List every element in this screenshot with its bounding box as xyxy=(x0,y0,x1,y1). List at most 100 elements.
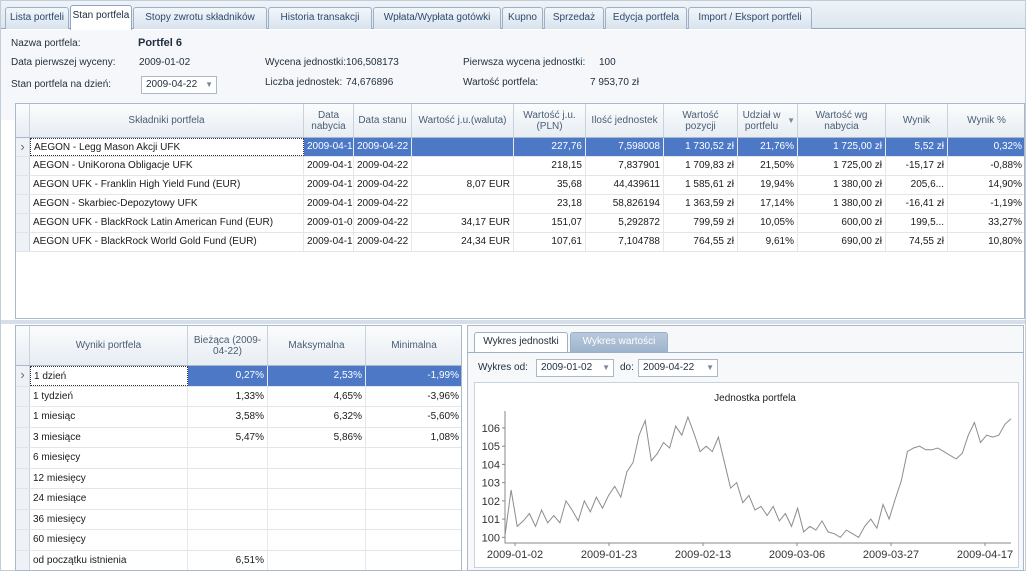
cell-max[interactable]: 6,32% xyxy=(268,407,366,427)
row-header[interactable] xyxy=(16,176,30,194)
table-row[interactable]: 6 miesięcy xyxy=(16,448,461,469)
state-date-picker[interactable]: 2009-04-22 ▼ xyxy=(141,76,217,94)
cell-buy-value[interactable]: 1 725,00 zł xyxy=(798,157,886,175)
cell-current[interactable] xyxy=(188,530,268,550)
tab-component-returns[interactable]: Stopy zwrotu składników xyxy=(133,7,267,29)
tab-transaction-history[interactable]: Historia transakcji xyxy=(268,7,372,29)
cell-max[interactable]: 2,53% xyxy=(268,366,366,386)
row-header[interactable] xyxy=(16,530,30,550)
current-row-indicator-icon[interactable]: › xyxy=(16,138,30,156)
cell-current[interactable] xyxy=(188,448,268,468)
col-header-unit-value-pln[interactable]: Wartość j.u.(PLN) xyxy=(514,104,586,137)
col-header-current[interactable]: Bieżąca (2009-04-22) xyxy=(188,326,268,365)
table-row[interactable]: AEGON - UniKorona Obligacje UFK 2009-04-1… xyxy=(16,157,1024,176)
cell-unit-value-currency[interactable]: 8,07 EUR xyxy=(412,176,514,194)
tab-buy[interactable]: Kupno xyxy=(502,7,543,29)
col-header-result[interactable]: Wynik xyxy=(886,104,948,137)
col-header-units[interactable]: Ilość jednostek xyxy=(586,104,664,137)
cell-period[interactable]: 60 miesięcy xyxy=(30,530,188,550)
cell-max[interactable] xyxy=(268,468,366,488)
cell-component[interactable]: AEGON - Skarbiec-Depozytowy UFK xyxy=(30,195,304,213)
cell-share[interactable]: 19,94% xyxy=(738,176,798,194)
cell-period[interactable]: 24 miesiące xyxy=(30,489,188,509)
cell-unit-value-pln[interactable]: 151,07 xyxy=(514,214,586,232)
cell-buy-value[interactable]: 690,00 zł xyxy=(798,233,886,251)
cell-max[interactable]: 4,65% xyxy=(268,386,366,406)
cell-unit-value-currency[interactable]: 34,17 EUR xyxy=(412,214,514,232)
table-row[interactable]: AEGON UFK - BlackRock World Gold Fund (E… xyxy=(16,233,1024,252)
cell-result-pct[interactable]: 0,32% xyxy=(948,138,1024,156)
cell-current[interactable]: 1,33% xyxy=(188,386,268,406)
table-row[interactable]: › AEGON - Legg Mason Akcji UFK 2009-04-17 2… xyxy=(16,138,1024,157)
cell-share[interactable]: 10,05% xyxy=(738,214,798,232)
tab-cash-deposit-withdrawal[interactable]: Wpłata/Wypłata gotówki xyxy=(373,7,501,29)
tab-portfolio-list[interactable]: Lista portfeli xyxy=(5,7,69,29)
row-header[interactable] xyxy=(16,233,30,251)
table-row[interactable]: AEGON - Skarbiec-Depozytowy UFK 2009-04-1… xyxy=(16,195,1024,214)
cell-result[interactable]: -15,17 zł xyxy=(886,157,948,175)
table-row[interactable]: 1 tydzień 1,33% 4,65% -3,96% xyxy=(16,386,461,407)
cell-period[interactable]: 3 miesiące xyxy=(30,427,188,447)
cell-min[interactable]: -3,96% xyxy=(366,387,461,407)
cell-units[interactable]: 7,837901 xyxy=(586,157,664,175)
cell-current[interactable]: 6,51% xyxy=(188,550,268,570)
tab-portfolio-state[interactable]: Stan portfela xyxy=(70,5,132,30)
cell-current[interactable] xyxy=(188,509,268,529)
cell-units[interactable]: 44,439611 xyxy=(586,176,664,194)
tab-edit-portfolio[interactable]: Edycja portfela xyxy=(605,7,687,29)
row-header[interactable] xyxy=(16,195,30,213)
cell-component[interactable]: AEGON UFK - BlackRock Latin American Fun… xyxy=(30,214,304,232)
cell-period[interactable]: 1 dzień xyxy=(30,366,188,386)
cell-period[interactable]: 36 miesięcy xyxy=(30,509,188,529)
cell-position-value[interactable]: 1 730,52 zł xyxy=(664,138,738,156)
cell-state-date[interactable]: 2009-04-22 xyxy=(354,176,412,194)
row-header[interactable] xyxy=(16,448,30,468)
col-header-buy-value[interactable]: Wartość wg nabycia xyxy=(798,104,886,137)
cell-max[interactable] xyxy=(268,550,366,570)
cell-position-value[interactable]: 1 363,59 zł xyxy=(664,195,738,213)
cell-unit-value-pln[interactable]: 218,15 xyxy=(514,157,586,175)
table-row[interactable]: 12 miesięcy xyxy=(16,468,461,489)
col-header-result-pct[interactable]: Wynik % xyxy=(948,104,1024,137)
chart-from-date-picker[interactable]: 2009-01-02 ▼ xyxy=(536,359,614,377)
row-header[interactable] xyxy=(16,509,30,529)
cell-period[interactable]: 1 tydzień xyxy=(30,386,188,406)
cell-position-value[interactable]: 799,59 zł xyxy=(664,214,738,232)
cell-unit-value-pln[interactable]: 227,76 xyxy=(514,138,586,156)
cell-share[interactable]: 21,76% xyxy=(738,138,798,156)
cell-component[interactable]: AEGON UFK - Franklin High Yield Fund (EU… xyxy=(30,176,304,194)
row-header[interactable] xyxy=(16,386,30,406)
table-row[interactable]: od początku istnienia 6,51% xyxy=(16,550,461,571)
cell-min[interactable] xyxy=(366,530,461,550)
cell-min[interactable] xyxy=(366,510,461,530)
cell-component[interactable]: AEGON UFK - BlackRock World Gold Fund (E… xyxy=(30,233,304,251)
chart-to-date-picker[interactable]: 2009-04-22 ▼ xyxy=(638,359,718,377)
cell-max[interactable]: 5,86% xyxy=(268,427,366,447)
cell-min[interactable] xyxy=(366,489,461,509)
table-row[interactable]: AEGON UFK - BlackRock Latin American Fun… xyxy=(16,214,1024,233)
cell-max[interactable] xyxy=(268,509,366,529)
col-header-share[interactable]: Udział w portfelu ▼ xyxy=(738,104,798,137)
cell-min[interactable] xyxy=(366,551,461,571)
row-header[interactable] xyxy=(16,468,30,488)
cell-component[interactable]: AEGON - Legg Mason Akcji UFK xyxy=(30,138,304,156)
cell-unit-value-pln[interactable]: 107,61 xyxy=(514,233,586,251)
cell-result[interactable]: 74,55 zł xyxy=(886,233,948,251)
col-header-min[interactable]: Minimalna xyxy=(366,326,461,365)
cell-buy-date[interactable]: 2009-01-02 xyxy=(304,214,354,232)
row-header[interactable] xyxy=(16,489,30,509)
cell-position-value[interactable]: 1 709,83 zł xyxy=(664,157,738,175)
row-header[interactable] xyxy=(16,214,30,232)
table-row[interactable]: 24 miesiące xyxy=(16,489,461,510)
cell-buy-value[interactable]: 1 380,00 zł xyxy=(798,195,886,213)
col-header-buy-date[interactable]: Data nabycia xyxy=(304,104,354,137)
cell-current[interactable]: 5,47% xyxy=(188,427,268,447)
cell-share[interactable]: 17,14% xyxy=(738,195,798,213)
cell-unit-value-currency[interactable] xyxy=(412,138,514,156)
cell-unit-value-pln[interactable]: 35,68 xyxy=(514,176,586,194)
cell-min[interactable]: -1,99% xyxy=(366,366,461,386)
cell-state-date[interactable]: 2009-04-22 xyxy=(354,233,412,251)
cell-period[interactable]: 1 miesiąc xyxy=(30,407,188,427)
cell-result[interactable]: 199,5... xyxy=(886,214,948,232)
tab-import-export[interactable]: Import / Eksport portfeli xyxy=(688,7,812,29)
